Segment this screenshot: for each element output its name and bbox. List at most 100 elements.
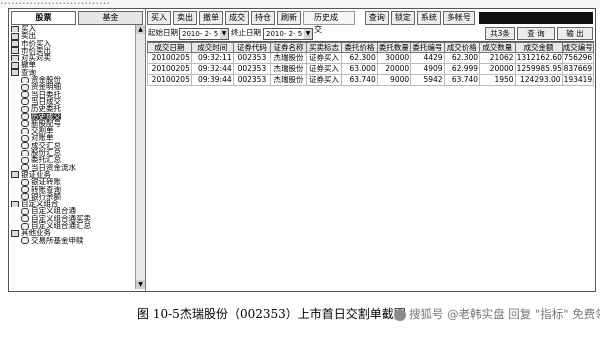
- function-icon: [21, 222, 29, 230]
- column-header[interactable]: 委托数量: [376, 42, 412, 53]
- sidebar-item[interactable]: 交易所基金申赎: [11, 237, 133, 244]
- sidebar-item[interactable]: 自定义组合通: [11, 207, 133, 215]
- sidebar-item[interactable]: 新股配号: [11, 120, 133, 128]
- table-cell: 20000: [479, 63, 516, 75]
- sidebar-item[interactable]: 成交汇总: [11, 142, 133, 150]
- quote-button[interactable]: 查询: [364, 10, 389, 25]
- sidebar-item[interactable]: 当日成交: [11, 98, 133, 106]
- table-cell: 30000: [376, 52, 412, 64]
- sidebar-item[interactable]: 查询: [11, 69, 133, 77]
- sidebar-item-label: 对账单: [31, 134, 54, 142]
- column-header[interactable]: 买卖标志: [305, 42, 343, 53]
- table-cell: 63.000: [341, 63, 378, 75]
- holdings-button[interactable]: 持仓: [251, 10, 275, 25]
- table-cell: 09:32:44: [190, 63, 234, 75]
- function-icon: [21, 156, 29, 164]
- column-header[interactable]: 成交编号: [561, 42, 595, 53]
- table-row[interactable]: 20100205 09:32:44 002353 杰瑞股份 证券买入 63.000 2000…: [147, 63, 595, 75]
- sidebar-item-label: 撤单: [21, 61, 36, 69]
- sidebar-item-label: 当日资金流水: [31, 163, 76, 171]
- multi-account-button[interactable]: 多帐号: [442, 10, 475, 25]
- sidebar-item[interactable]: 银证转账: [11, 178, 133, 186]
- sidebar-item[interactable]: 当日资金流水: [11, 164, 133, 171]
- sidebar-item[interactable]: 自定义组合通买卖: [11, 215, 133, 223]
- export-button[interactable]: 输 出: [557, 27, 593, 40]
- column-header[interactable]: 成交金额: [514, 42, 563, 53]
- column-header[interactable]: 成交价格: [443, 42, 481, 53]
- refresh-button[interactable]: 刷新: [277, 10, 301, 25]
- sidebar-item[interactable]: 自定义组合: [11, 200, 133, 208]
- sidebar-item[interactable]: 对买对卖: [11, 54, 133, 62]
- sidebar-item[interactable]: 历史成交: [11, 112, 133, 120]
- system-button[interactable]: 系统: [416, 10, 441, 25]
- scroll-down-icon[interactable]: ▼: [136, 280, 145, 289]
- table-cell: 9000: [376, 74, 412, 86]
- sidebar-item-label: 其他业务: [21, 229, 51, 237]
- sidebar-scrollbar[interactable]: ▲ ▼: [135, 25, 145, 289]
- account-selector[interactable]: [478, 11, 593, 24]
- sidebar-item[interactable]: 对账单: [11, 134, 133, 142]
- sidebar-item[interactable]: 买入: [11, 25, 133, 33]
- end-date-picker[interactable]: 2010- 2- 5 ▼: [263, 28, 313, 40]
- sidebar-item-label: 买入: [21, 25, 36, 33]
- sidebar-item[interactable]: 资金股份: [11, 76, 133, 84]
- folder-icon: [11, 61, 19, 69]
- column-header[interactable]: 成交日期: [147, 42, 192, 53]
- sidebar-item[interactable]: 历史委托: [11, 105, 133, 113]
- column-header[interactable]: 委托编号: [410, 42, 445, 53]
- sidebar-item[interactable]: 当日委托: [11, 91, 133, 98]
- main-panel: 买入 卖出 撤单 成交 持仓 刷新 历史成交 查询 锁定 系统 多帐号 起始日期…: [147, 9, 595, 291]
- function-icon: [21, 237, 29, 244]
- column-header[interactable]: 委托价格: [341, 42, 378, 53]
- sidebar-item[interactable]: 委托汇总: [11, 156, 133, 164]
- sidebar-item[interactable]: 股份汇总: [11, 149, 133, 157]
- sidebar-item[interactable]: 其他业务: [11, 229, 133, 237]
- folder-icon: [11, 200, 19, 208]
- table-cell: 20100205: [147, 52, 192, 64]
- sidebar-item[interactable]: 转账查询: [11, 186, 133, 193]
- start-date-picker[interactable]: 2010- 2- 5 ▼: [179, 28, 229, 40]
- function-icon: [21, 164, 29, 171]
- chevron-down-icon[interactable]: ▼: [220, 29, 228, 39]
- sidebar-item[interactable]: 撤单: [11, 61, 133, 69]
- sidebar-item[interactable]: 市价卖出: [11, 47, 133, 55]
- tab-stock[interactable]: 股票: [11, 11, 76, 25]
- cancel-order-button[interactable]: 撤单: [199, 10, 223, 25]
- function-icon: [21, 207, 29, 215]
- column-header[interactable]: 成交数量: [479, 42, 516, 53]
- buy-button[interactable]: 买入: [147, 10, 171, 25]
- deals-button[interactable]: 成交: [225, 10, 249, 25]
- function-icon: [21, 76, 29, 84]
- sidebar-item[interactable]: 自定义组合通汇总: [11, 222, 133, 230]
- column-header[interactable]: 证券名称: [270, 42, 307, 53]
- table-row[interactable]: 20100205 09:32:11 002353 杰瑞股份 证券买入 62.300 3000…: [147, 52, 595, 64]
- table-cell: 124293.00: [514, 74, 563, 86]
- column-header[interactable]: 证券代码: [232, 42, 272, 53]
- figure-number: 图 10-5: [137, 307, 180, 321]
- sidebar-item[interactable]: 卖出: [11, 32, 133, 40]
- deals-grid: 成交日期 成交时间 证券代码 证券名称 买卖标志 委托价格 委托数量 委托编号 成交价格 成交数量…: [147, 41, 595, 94]
- scroll-up-icon[interactable]: ▲: [136, 25, 145, 34]
- panel-title: 历史成交: [303, 10, 355, 34]
- sidebar-item[interactable]: 市价买入: [11, 40, 133, 47]
- sidebar-item[interactable]: 交割单: [11, 127, 133, 135]
- start-date-label: 起始日期: [148, 28, 178, 37]
- function-icon: [21, 120, 29, 128]
- query-button[interactable]: 查 询: [517, 27, 555, 40]
- column-header[interactable]: 成交时间: [190, 42, 234, 53]
- start-date-value: 2010- 2- 5: [182, 30, 219, 38]
- function-tree: 买入 卖出 市价买入 市价卖出 对买对卖 撤单 查询 资金股份 资金明细 当日委托 当日成交 历史委托…: [11, 25, 133, 289]
- sidebar-item[interactable]: 银证业务: [11, 171, 133, 179]
- sell-button[interactable]: 卖出: [173, 10, 197, 25]
- lock-button[interactable]: 锁定: [390, 10, 415, 25]
- top-text-fragment: …………………………: [0, 0, 600, 8]
- query-row: 起始日期 2010- 2- 5 ▼ 终止日期 2010- 2- 5 ▼ 共3条 …: [147, 27, 593, 40]
- table-row[interactable]: 20100205 09:39:44 002353 杰瑞股份 证券买入 63.740 9000…: [147, 74, 595, 86]
- sidebar-item[interactable]: 银行余额: [11, 193, 133, 201]
- function-icon: [21, 105, 29, 113]
- folder-icon: [11, 40, 19, 47]
- chevron-down-icon[interactable]: ▼: [304, 29, 312, 39]
- sidebar-item[interactable]: 资金明细: [11, 83, 133, 91]
- tab-fund[interactable]: 基金: [78, 11, 143, 25]
- table-header-row: 成交日期 成交时间 证券代码 证券名称 买卖标志 委托价格 委托数量 委托编号 成交价格 成交数量…: [147, 42, 595, 53]
